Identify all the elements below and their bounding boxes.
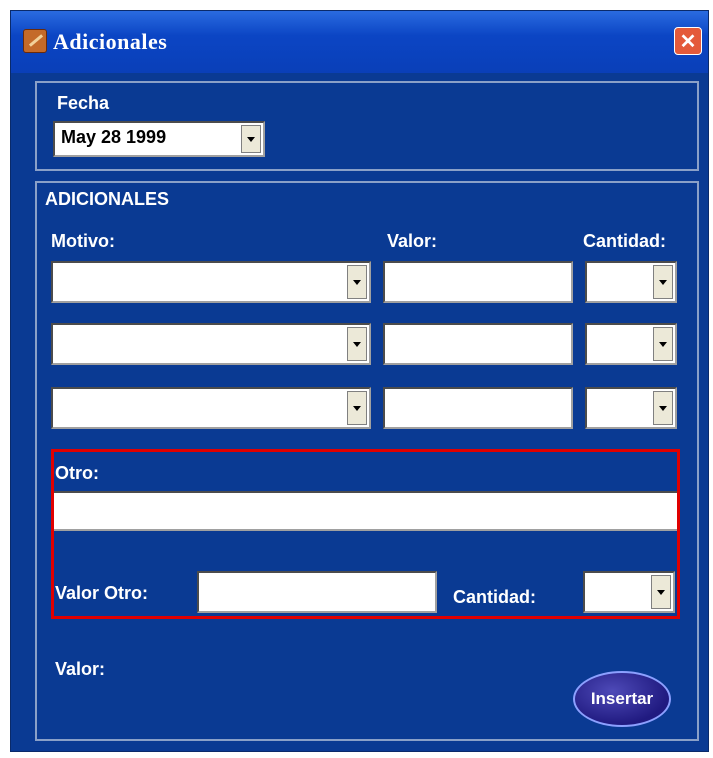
chevron-down-icon[interactable] [347,391,367,425]
motivo-header: Motivo: [51,231,115,251]
title-bar[interactable]: Adicionales ✕ [11,11,708,73]
window-title: Adicionales [53,29,168,54]
valor-header: Valor: [387,231,438,251]
motivo-combo-2[interactable] [51,323,371,365]
fecha-group: Fecha May 28 1999 [35,81,699,171]
chevron-down-icon[interactable] [653,327,673,361]
cantidad-combo-2[interactable] [585,323,677,365]
valor-field-3[interactable] [383,387,573,429]
cantidad-header: Cantidad: [583,231,666,251]
motivo-combo-1[interactable] [51,261,371,303]
chevron-down-icon[interactable] [653,391,673,425]
valor-field-2[interactable] [383,323,573,365]
fecha-combo[interactable]: May 28 1999 [53,121,265,157]
motivo-combo-3[interactable] [51,387,371,429]
highlight-box [51,449,680,619]
cantidad-combo-1[interactable] [585,261,677,303]
adicionales-group-label: ADICIONALES [45,189,170,209]
chevron-down-icon[interactable] [347,265,367,299]
close-button[interactable]: ✕ [674,27,702,55]
valor-field-1[interactable] [383,261,573,303]
chevron-down-icon[interactable] [653,265,673,299]
fecha-value: May 28 1999 [61,127,167,147]
insertar-button[interactable]: Insertar [573,671,671,727]
chevron-down-icon[interactable] [241,125,261,153]
valor-total-label: Valor: [55,659,106,679]
cantidad-combo-3[interactable] [585,387,677,429]
adicionales-window: Adicionales ✕ Fecha May 28 1999 ADICIONA… [10,10,709,752]
fecha-label: Fecha [57,93,110,113]
chevron-down-icon[interactable] [347,327,367,361]
app-icon [23,29,47,53]
